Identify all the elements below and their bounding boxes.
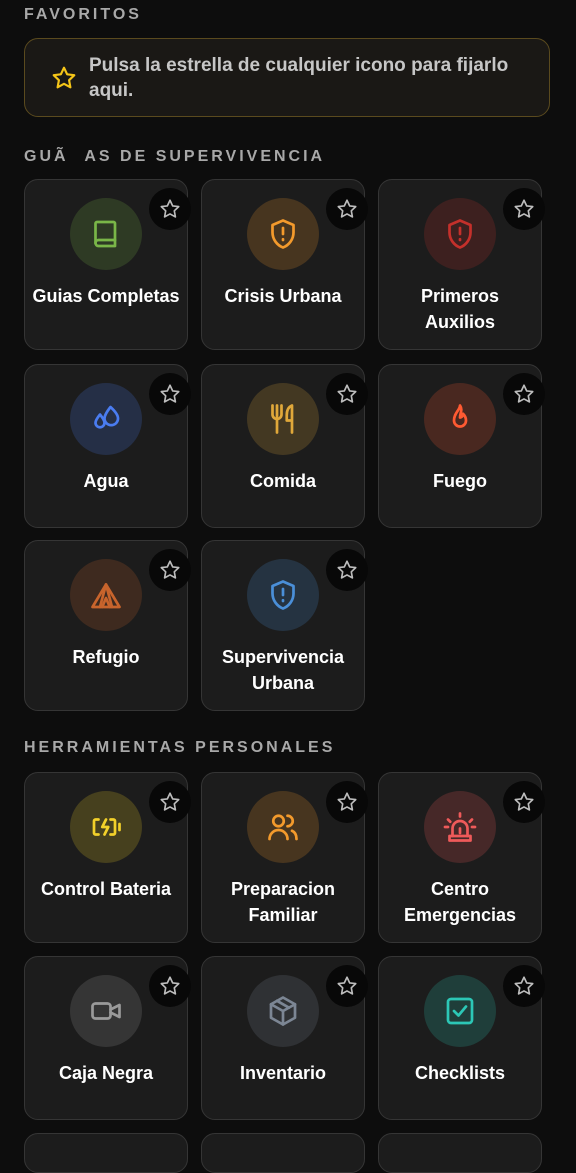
favorites-hint-text: Pulsa la estrella de cualquier icono par… (89, 54, 509, 101)
icon-badge (424, 975, 496, 1047)
icon-badge (70, 198, 142, 270)
pin-star-button[interactable] (149, 549, 191, 591)
shield-alert-icon (271, 580, 295, 610)
pin-star-button[interactable] (326, 549, 368, 591)
star-outline-icon (160, 199, 180, 218)
card-label: Inventario (239, 1063, 327, 1083)
star-outline-icon (160, 792, 180, 811)
star-outline-icon (337, 384, 357, 403)
card-caja-negra[interactable]: Caja Negra (24, 956, 191, 1120)
pin-star-button[interactable] (503, 781, 545, 823)
pin-star-button[interactable] (503, 188, 545, 230)
pin-star-button[interactable] (326, 188, 368, 230)
card-inventario[interactable]: Inventario (201, 956, 368, 1120)
partial-card[interactable] (201, 1133, 365, 1173)
icon-badge (70, 383, 142, 455)
tools-title: HERRAMIENTAS PERSONALES (24, 739, 336, 756)
star-icon (52, 66, 76, 88)
pin-star-button[interactable] (149, 781, 191, 823)
card-label: Guias Completas (32, 286, 180, 306)
battery-charging-icon (92, 818, 121, 836)
card-label: Comida (249, 471, 316, 491)
card-label: Supervivencia Urbana (221, 647, 345, 693)
card-primeros-auxilios[interactable]: Primeros Auxilios (378, 179, 545, 350)
card-label: Caja Negra (58, 1063, 154, 1083)
pin-star-button[interactable] (503, 965, 545, 1007)
card-label: Refugio (72, 647, 140, 667)
star-outline-icon (514, 199, 534, 218)
card-agua[interactable]: Agua (24, 364, 191, 528)
card-checklists[interactable]: Checklists (378, 956, 545, 1120)
star-outline-icon (337, 199, 357, 218)
siren-icon (443, 812, 477, 842)
card-refugio[interactable]: Refugio (24, 540, 191, 711)
card-label: Primeros Auxilios (420, 286, 500, 332)
card-label: Checklists (414, 1063, 506, 1083)
users-icon (268, 814, 298, 841)
star-outline-icon (514, 792, 534, 811)
card-label: Centro Emergencias (403, 879, 517, 925)
pin-star-button[interactable] (149, 373, 191, 415)
star-outline-icon (514, 384, 534, 403)
checklist-icon (446, 997, 474, 1025)
star-outline-icon (337, 792, 357, 811)
card-label: Crisis Urbana (224, 286, 342, 306)
icon-badge (247, 559, 319, 631)
partial-card[interactable] (378, 1133, 542, 1173)
icon-badge (70, 791, 142, 863)
star-outline-icon (160, 560, 180, 579)
icon-badge (70, 559, 142, 631)
card-comida[interactable]: Comida (201, 364, 368, 528)
icon-badge (247, 791, 319, 863)
pin-star-button[interactable] (326, 965, 368, 1007)
shield-alert-icon (271, 219, 295, 249)
pin-star-button[interactable] (503, 373, 545, 415)
card-supervivencia-urbana[interactable]: Supervivencia Urbana (201, 540, 368, 711)
card-label: Agua (83, 471, 129, 491)
star-outline-icon (337, 976, 357, 995)
favorites-hint-banner: Pulsa la estrella de cualquier icono par… (24, 38, 550, 117)
star-outline-icon (160, 384, 180, 403)
tent-icon (91, 583, 121, 609)
card-crisis-urbana[interactable]: Crisis Urbana (201, 179, 368, 350)
package-icon (269, 996, 297, 1026)
partial-card[interactable] (24, 1133, 188, 1173)
shield-alert-icon (448, 219, 472, 249)
icon-badge (70, 975, 142, 1047)
pin-star-button[interactable] (149, 188, 191, 230)
card-label: Fuego (433, 471, 487, 491)
pin-star-button[interactable] (326, 373, 368, 415)
icon-badge (424, 791, 496, 863)
star-outline-icon (160, 976, 180, 995)
guides-title: GUÃAS DE SUPERVIVENCIA (24, 148, 326, 165)
card-label: Control Bateria (40, 879, 172, 899)
card-fuego[interactable]: Fuego (378, 364, 545, 528)
card-guias-completas[interactable]: Guias Completas (24, 179, 191, 350)
book-icon (94, 220, 117, 248)
card-label: Preparacion Familiar (230, 879, 336, 925)
favorites-title: FAVORITOS (24, 6, 142, 23)
video-icon (91, 1002, 121, 1020)
droplets-icon (94, 405, 120, 429)
icon-badge (247, 383, 319, 455)
pin-star-button[interactable] (149, 965, 191, 1007)
icon-badge (247, 198, 319, 270)
icon-badge (247, 975, 319, 1047)
utensils-icon (271, 404, 294, 434)
card-control-bateria[interactable]: Control Bateria (24, 772, 191, 943)
flame-icon (452, 404, 468, 428)
star-outline-icon (514, 976, 534, 995)
card-centro-emergencias[interactable]: Centro Emergencias (378, 772, 545, 943)
star-outline-icon (337, 560, 357, 579)
icon-badge (424, 198, 496, 270)
card-preparacion-familiar[interactable]: Preparacion Familiar (201, 772, 368, 943)
icon-badge (424, 383, 496, 455)
pin-star-button[interactable] (326, 781, 368, 823)
